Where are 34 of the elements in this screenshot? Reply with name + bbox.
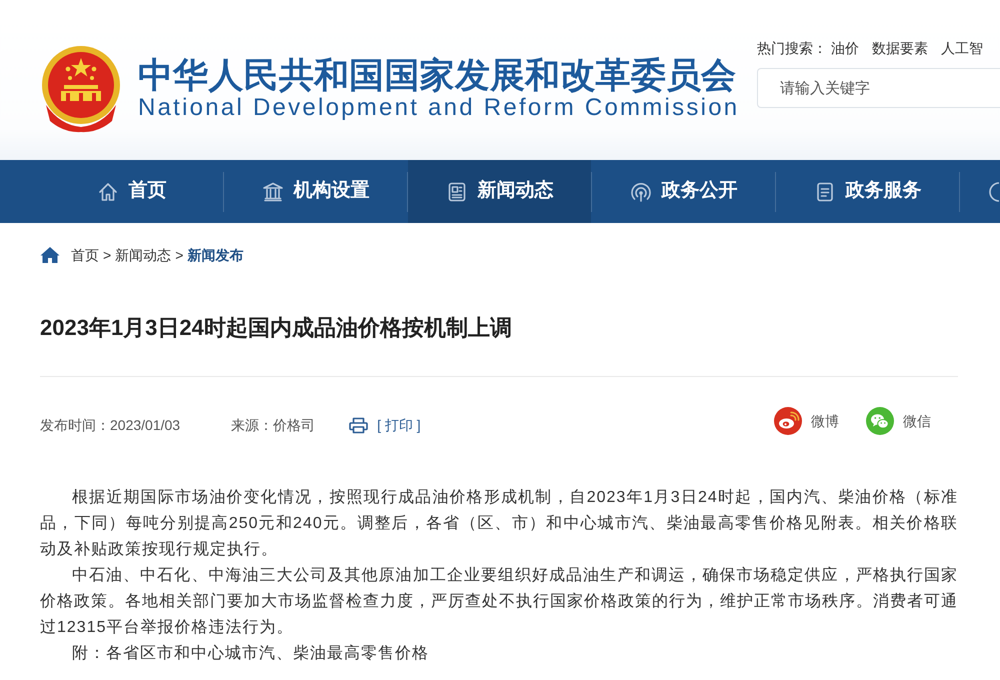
print-link[interactable]: [ 打印 ] <box>377 414 421 436</box>
wechat-icon <box>866 407 894 435</box>
newspaper-icon <box>446 180 468 202</box>
breadcrumb-link[interactable]: 新闻动态 <box>115 245 172 265</box>
columns-building-icon <box>262 180 284 202</box>
article-paragraph: 根据近期国际市场油价变化情况，按照现行成品油价格形成机制，自2023年1月3日24时起，国内汽、柴油价格（标准品，下同）每吨分别提高250元和240元。调整后，各省（区、市）和中心城市汽、柴油最高零售价格见附表。相关价格联动及补贴政策按现行规定执行。 <box>40 488 958 560</box>
nav-tab[interactable]: 首页 <box>40 160 223 223</box>
breadcrumb-link[interactable]: 新闻发布 <box>187 245 244 265</box>
search-field[interactable]: 请输入关键字 <box>757 68 1000 108</box>
nav-tab[interactable]: 政务公开 <box>592 160 775 223</box>
breadcrumb-separator: > <box>103 246 112 265</box>
breadcrumb-link[interactable]: 首页 <box>71 245 99 265</box>
hot-search-link[interactable]: 油价 <box>831 40 859 56</box>
site-subtitle: National Development and Reform Commission <box>138 94 740 122</box>
nav-tab[interactable]: 新闻动态 <box>408 160 591 223</box>
article-title: 2023年1月3日24时起国内成品油价格按机制上调 <box>40 314 513 342</box>
hot-search-label: 热门搜索： <box>757 40 827 56</box>
share-link[interactable]: 微博 <box>774 407 839 435</box>
breadcrumb-separator: > <box>175 246 184 265</box>
home-icon <box>96 180 118 202</box>
publish-date: 发布时间：2023/01/03 <box>40 416 180 434</box>
hot-search-link[interactable]: 数据要素 <box>872 40 928 56</box>
nav-tab[interactable]: 机构设置 <box>224 160 407 223</box>
nav-tab[interactable]: 政务服务 <box>776 160 959 223</box>
article-paragraph: 中石油、中石化、中海油三大公司及其他原油加工企业要组织好成品油生产和调运，确保市场稳定供应，严格执行国家价格政策。各地相关部门要加大市场监督检查力度，严厉查处不执行国家价格政策的行为，维护正常市场秩序。消费者可通过12315平台举报价格违法行为。 <box>40 566 958 638</box>
site-title: 中华人民共和国国家发展和改革委员会 <box>138 56 738 96</box>
home-icon <box>40 246 60 264</box>
hot-search-link[interactable]: 人工智 <box>941 40 983 56</box>
article-source: 来源：价格司 <box>231 416 316 434</box>
article-paragraph: 附：各省区市和中心城市汽、柴油最高零售价格 <box>71 644 430 664</box>
broadcast-icon <box>630 180 652 202</box>
printer-icon <box>349 416 368 434</box>
weibo-icon <box>774 407 802 435</box>
share-link[interactable]: 微信 <box>866 407 931 435</box>
